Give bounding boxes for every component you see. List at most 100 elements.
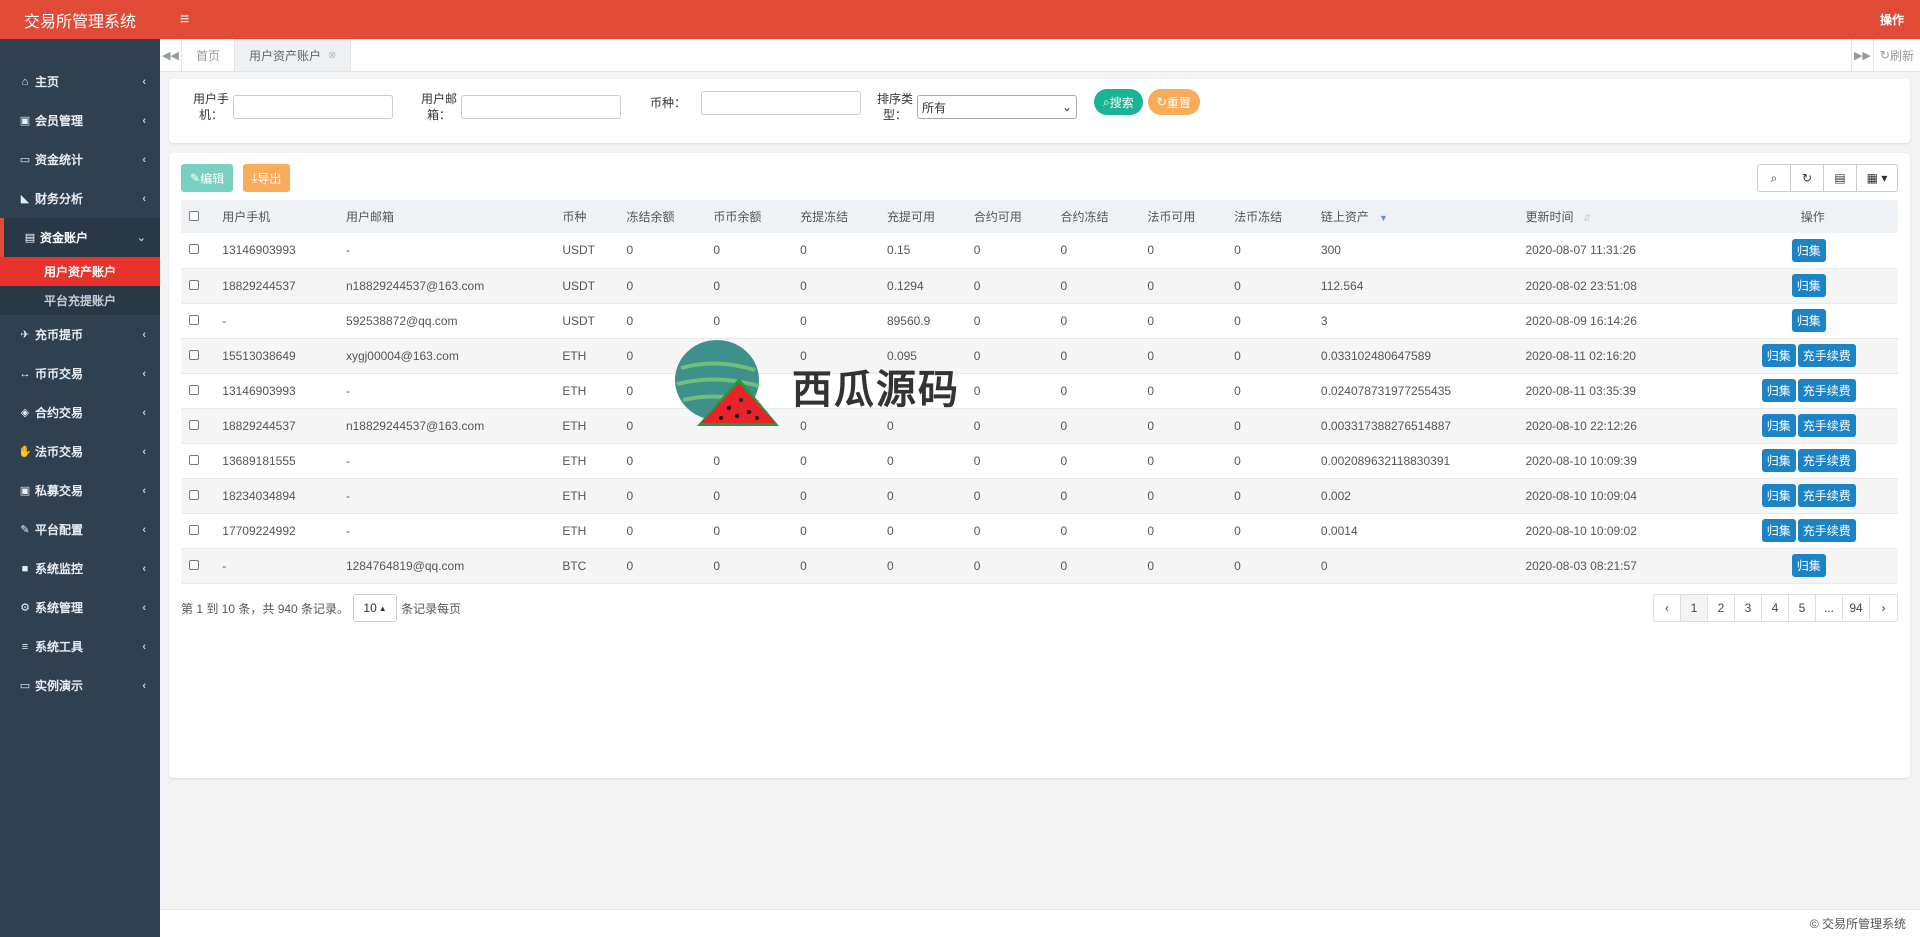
table-row: - 1284764819@qq.com BTC 0 0 0 0 0 0 0 0 0 2020-08-03… — [181, 548, 1898, 583]
collect-button[interactable]: 归集 — [1761, 344, 1796, 367]
sidebar-item-1[interactable]: ▣ 会员管理 ‹ — [0, 101, 160, 140]
collect-button[interactable]: 归集 — [1791, 309, 1826, 332]
ops-menu[interactable]: 操作 — [1880, 11, 1904, 28]
tab-right-tools: ▶▶ ↻ 刷新 — [1850, 39, 1920, 71]
page-button[interactable]: 94 — [1843, 595, 1870, 621]
cell-c7: 0 — [1147, 418, 1155, 433]
sidebar-item-14[interactable]: ▭ 实例演示 ‹ — [0, 666, 160, 705]
search-toggle-icon[interactable]: ⌕ — [1758, 165, 1791, 191]
chevron-left-icon: ‹ — [142, 367, 146, 380]
sidebar: 交易所管理系统 ⌂ 主页 ‹ ▣ 会员管理 ‹ ▭ 资金统计 ‹ ◣ 财务分析 ‹ ▤ 资金账户 ⌄ 用户资产… — [0, 0, 160, 937]
page-button[interactable]: 3 — [1735, 595, 1762, 621]
collect-button[interactable]: 归集 — [1791, 238, 1826, 262]
page-button[interactable]: 5 — [1789, 595, 1816, 621]
sidebar-item-9[interactable]: ▣ 私募交易 ‹ — [0, 471, 160, 510]
fee-topup-button[interactable]: 充手续费 — [1797, 379, 1856, 402]
tab-scroll-left-icon[interactable]: ◀◀ — [160, 39, 182, 71]
watermark-logo: 西瓜源码 — [667, 338, 960, 434]
per-page-label: 条记录每页 — [401, 601, 462, 616]
chevron-left-icon: ‹ — [142, 192, 146, 205]
export-button[interactable]: ⤓ 导出 — [243, 164, 291, 192]
collect-button[interactable]: 归集 — [1761, 484, 1796, 507]
search-button[interactable]: ⌕ 搜索 — [1094, 89, 1143, 115]
sidebar-item-4[interactable]: ▤ 资金账户 ⌄ — [0, 218, 160, 257]
fee-topup-button[interactable]: 充手续费 — [1797, 519, 1856, 542]
tab-home[interactable]: 首页 — [182, 39, 236, 71]
page-size-select[interactable]: 10 ▲ — [353, 594, 398, 622]
cell-phone: 17709224992 — [222, 523, 296, 538]
collect-button[interactable]: 归集 — [1791, 274, 1826, 297]
email-input[interactable] — [461, 95, 621, 119]
fee-topup-button[interactable]: 充手续费 — [1797, 449, 1856, 472]
column-header-label: 充提冻结 — [800, 210, 849, 224]
cell-chain: 0.002 — [1320, 488, 1351, 503]
sidebar-item-13[interactable]: ≡ 系统工具 ‹ — [0, 627, 160, 666]
row-checkbox[interactable] — [189, 524, 199, 535]
collect-button[interactable]: 归集 — [1761, 449, 1796, 472]
cell-phone: 13689181555 — [222, 453, 296, 468]
row-checkbox[interactable] — [189, 419, 199, 430]
column-header[interactable]: 链上资产 ▼ — [1313, 200, 1518, 233]
page-button[interactable]: 2 — [1708, 595, 1735, 621]
toggle-view-icon[interactable]: ▤ — [1824, 165, 1857, 191]
refresh-table-icon[interactable]: ↻ — [1791, 165, 1824, 191]
tab-row: ◀◀ 首页 用户资产账户 ⊗ ▶▶ ↻ 刷新 — [160, 39, 1920, 72]
chevron-left-icon: ‹ — [142, 406, 146, 419]
row-checkbox[interactable] — [189, 489, 199, 500]
cell-email: - — [345, 243, 350, 258]
row-checkbox[interactable] — [189, 454, 199, 465]
chevron-left-icon: ‹ — [142, 640, 146, 653]
prev-page-button[interactable]: ‹ — [1654, 595, 1681, 621]
reset-button[interactable]: ↻ 重置 — [1147, 89, 1200, 115]
next-page-button[interactable]: › — [1870, 595, 1897, 621]
sidebar-item-0[interactable]: ⌂ 主页 ‹ — [0, 62, 160, 101]
cell-c6: 0 — [1060, 418, 1068, 433]
row-checkbox[interactable] — [189, 279, 199, 290]
tab-current[interactable]: 用户资产账户 ⊗ — [235, 39, 352, 71]
sidebar-item-8[interactable]: ✋ 法币交易 ‹ — [0, 432, 160, 471]
fee-topup-button[interactable]: 充手续费 — [1797, 484, 1856, 507]
sidebar-item-2[interactable]: ▭ 资金统计 ‹ — [0, 140, 160, 179]
select-all-checkbox[interactable] — [189, 210, 199, 221]
sort-select[interactable]: 所有 ⌄ — [917, 95, 1077, 119]
page-button[interactable]: 4 — [1762, 595, 1789, 621]
close-icon[interactable]: ⊗ — [328, 50, 336, 61]
edit-button[interactable]: ✎ 编辑 — [181, 164, 234, 192]
calculator-icon: ▤ — [24, 232, 36, 244]
row-checkbox[interactable] — [189, 314, 199, 325]
row-checkbox[interactable] — [189, 244, 199, 255]
sidebar-item-11[interactable]: ■ 系统监控 ‹ — [0, 549, 160, 588]
table-panel: ✎ 编辑 ⤓ 导出 ⌕ ↻ ▤ ▦ ▾ 用户手机 用户邮箱 币种 冻结余额 币币余额 充提… — [169, 153, 1910, 778]
fee-topup-button[interactable]: 充手续费 — [1797, 414, 1856, 437]
collect-button[interactable]: 归集 — [1761, 519, 1796, 542]
row-checkbox[interactable] — [189, 559, 199, 570]
column-header: 充提可用 — [879, 200, 966, 233]
phone-input[interactable] — [233, 95, 393, 119]
page-button[interactable]: 1 — [1681, 595, 1708, 621]
fee-topup-button[interactable]: 充手续费 — [1797, 344, 1856, 367]
sidebar-item-10[interactable]: ✎ 平台配置 ‹ — [0, 510, 160, 549]
row-checkbox[interactable] — [189, 349, 199, 360]
refresh-button[interactable]: ↻ 刷新 — [1872, 39, 1920, 71]
cell-coin: ETH — [562, 418, 587, 433]
column-header[interactable]: 更新时间 ⇵ — [1517, 200, 1719, 233]
tab-scroll-right-icon[interactable]: ▶▶ — [1850, 39, 1873, 71]
row-checkbox[interactable] — [189, 384, 199, 395]
submenu-item-0[interactable]: 用户资产账户 — [0, 257, 160, 286]
collect-button[interactable]: 归集 — [1761, 379, 1796, 402]
sidebar-item-7[interactable]: ◈ 合约交易 ‹ — [0, 393, 160, 432]
cell-time: 2020-08-09 16:14:26 — [1525, 313, 1637, 328]
page-button[interactable]: ... — [1816, 595, 1843, 621]
sort-desc-icon: ▼ — [1378, 213, 1388, 223]
collect-button[interactable]: 归集 — [1791, 554, 1826, 577]
coin-input[interactable] — [701, 91, 861, 115]
submenu-item-1[interactable]: 平台充提账户 — [0, 286, 160, 315]
menu-toggle-icon[interactable]: ≡ — [180, 11, 189, 29]
sidebar-item-5[interactable]: ✈ 充币提币 ‹ — [0, 315, 160, 354]
sidebar-item-12[interactable]: ⚙ 系统管理 ‹ — [0, 588, 160, 627]
collect-button[interactable]: 归集 — [1761, 414, 1796, 437]
row-select-cell — [181, 303, 214, 338]
columns-icon[interactable]: ▦ ▾ — [1857, 165, 1897, 191]
sidebar-item-6[interactable]: ↔ 币币交易 ‹ — [0, 354, 160, 393]
sidebar-item-3[interactable]: ◣ 财务分析 ‹ — [0, 179, 160, 218]
